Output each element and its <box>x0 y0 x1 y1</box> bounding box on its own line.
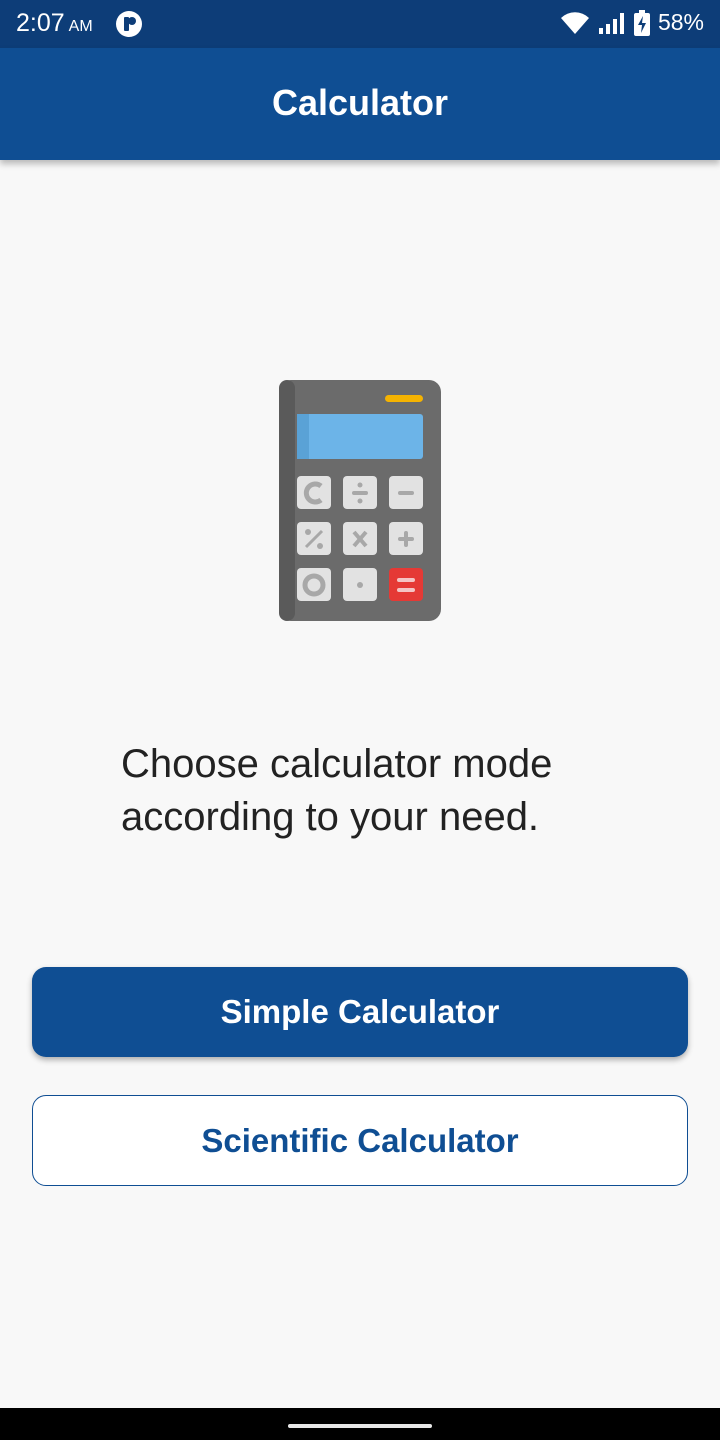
mode-prompt: Choose calculator mode according to your… <box>121 742 553 839</box>
status-indicators: 58% <box>560 9 704 36</box>
battery-charging-icon <box>633 9 650 36</box>
page-title: Calculator <box>271 82 449 123</box>
battery-percent: 58% <box>657 9 704 35</box>
home-handle[interactable] <box>288 1424 432 1428</box>
status-time: 2:07 AM <box>16 9 93 38</box>
clock-ampm: AM <box>68 18 93 35</box>
app-notification-icon <box>116 11 142 37</box>
scientific-calculator-button[interactable]: Scientific Calculator <box>32 1095 688 1186</box>
calculator-icon <box>279 380 441 621</box>
clock-text: 2:07 <box>16 9 65 37</box>
status-bar: 2:07 AM 58% <box>0 0 720 48</box>
simple-calculator-button[interactable]: Simple Calculator <box>32 967 688 1057</box>
signal-icon <box>598 12 624 34</box>
app-bar: Calculator <box>0 48 720 160</box>
wifi-icon <box>560 11 589 34</box>
